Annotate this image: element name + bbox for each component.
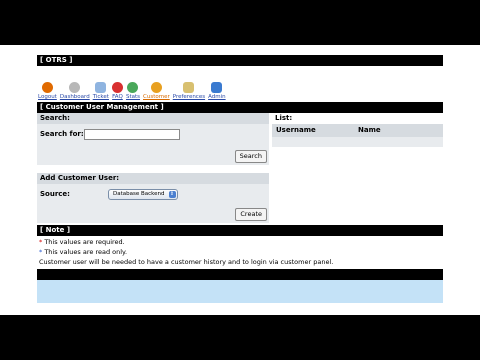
note-title: [ Note ] <box>40 226 71 234</box>
source-select[interactable]: Database Backend ⇕ <box>108 188 178 200</box>
search-button[interactable]: Search <box>234 150 267 163</box>
faq-icon <box>111 82 123 93</box>
nav-label[interactable]: Stats <box>126 94 140 100</box>
list-table-body <box>272 137 443 147</box>
stats-icon <box>127 82 139 93</box>
note-text: This values are read only. <box>42 248 128 256</box>
nav-label[interactable]: Ticket <box>93 94 109 100</box>
source-label: Source: <box>40 190 70 198</box>
logout-icon <box>41 82 53 93</box>
preferences-icon <box>183 82 195 93</box>
left-column: Search: Search for: Search Add Customer … <box>37 113 269 223</box>
nav-item-faq[interactable]: FAQ <box>111 82 123 100</box>
nav-item-stats[interactable]: Stats <box>126 82 140 100</box>
note-text: This values are required. <box>42 238 125 246</box>
nav-item-logout[interactable]: Logout <box>38 82 57 100</box>
column-name[interactable]: Name <box>354 124 381 137</box>
note-content: * This values are required. * This value… <box>37 236 443 267</box>
source-row: Source: Database Backend ⇕ <box>40 187 266 201</box>
select-arrows-icon: ⇕ <box>168 190 176 198</box>
spacer <box>37 165 269 173</box>
right-column: List: Username Name <box>269 113 443 223</box>
search-actions: Search <box>37 148 269 165</box>
nav-label[interactable]: Admin <box>208 94 226 100</box>
create-button[interactable]: Create <box>235 208 267 221</box>
nav-label[interactable]: FAQ <box>112 94 123 100</box>
main-navigation: Logout Dashboard Ticket FAQ Stats Custom… <box>37 66 443 100</box>
page-title-bar: [ Customer User Management ] <box>37 102 443 113</box>
nav-item-ticket[interactable]: Ticket <box>93 82 109 100</box>
nav-label[interactable]: Dashboard <box>60 94 90 100</box>
search-label: Search for: <box>40 130 84 138</box>
note-line-readonly: * This values are read only. <box>37 247 443 257</box>
note-line-required: * This values are required. <box>37 237 443 247</box>
search-panel: Search for: <box>37 124 269 148</box>
footer-bar <box>37 269 443 280</box>
search-row: Search for: <box>40 127 266 141</box>
admin-icon <box>211 82 223 93</box>
nav-item-admin[interactable]: Admin <box>208 82 226 100</box>
list-heading: List: <box>272 113 443 124</box>
note-text: Customer user will be needed to have a c… <box>39 258 334 266</box>
search-heading: Search: <box>37 113 269 124</box>
ticket-icon <box>95 82 107 93</box>
search-input[interactable] <box>84 128 180 140</box>
nav-label[interactable]: Preferences <box>173 94 205 100</box>
add-customer-heading: Add Customer User: <box>37 173 269 184</box>
footer-panel <box>37 280 443 303</box>
app-title-bar: [ OTRS ] <box>37 55 443 66</box>
content-columns: Search: Search for: Search Add Customer … <box>37 113 443 223</box>
nav-item-dashboard[interactable]: Dashboard <box>60 82 90 100</box>
nav-item-customer[interactable]: Customer <box>143 82 170 100</box>
note-line-info: Customer user will be needed to have a c… <box>37 257 443 267</box>
source-select-value: Database Backend <box>113 190 165 197</box>
list-table-header: Username Name <box>272 124 443 137</box>
dashboard-icon <box>69 82 81 93</box>
page-title: [ Customer User Management ] <box>40 103 164 111</box>
browser-viewport: [ OTRS ] Logout Dashboard Ticket FAQ Sta… <box>0 45 480 315</box>
nav-item-preferences[interactable]: Preferences <box>173 82 205 100</box>
note-title-bar: [ Note ] <box>37 225 443 236</box>
customer-icon <box>150 82 162 93</box>
app-title: [ OTRS ] <box>40 56 73 64</box>
column-username[interactable]: Username <box>272 124 354 137</box>
create-actions: Create <box>37 206 269 223</box>
otrs-page: [ OTRS ] Logout Dashboard Ticket FAQ Sta… <box>37 55 443 303</box>
add-customer-panel: Source: Database Backend ⇕ <box>37 184 269 206</box>
nav-label[interactable]: Customer <box>143 94 170 100</box>
nav-label[interactable]: Logout <box>38 94 57 100</box>
